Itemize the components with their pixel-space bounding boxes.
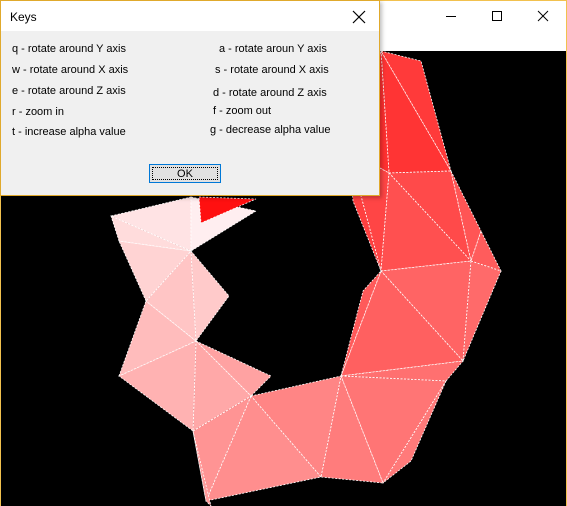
dialog-titlebar[interactable]: Keys [1, 1, 379, 31]
key-a-label: a - rotate aroun Y axis [219, 43, 327, 55]
key-d-label: d - rotate around Z axis [213, 87, 327, 99]
close-icon [352, 10, 366, 24]
close-icon [537, 10, 549, 22]
ok-button[interactable]: OK [149, 164, 221, 183]
mesh-face [190, 249, 230, 343]
dialog-close-button[interactable] [348, 6, 370, 28]
key-g-label: g - decrease alpha value [210, 124, 331, 136]
key-q-label: q - rotate around Y axis [12, 43, 126, 55]
key-r-label: r - zoom in [12, 106, 64, 118]
key-e-label: e - rotate around Z axis [12, 85, 126, 97]
keys-dialog: Keys q - rotate around Y axis w - rotate… [0, 0, 380, 196]
minimize-icon [446, 16, 456, 17]
maximize-button[interactable] [474, 1, 520, 31]
dialog-title: Keys [10, 10, 37, 24]
maximize-icon [492, 11, 502, 21]
key-t-label: t - increase alpha value [12, 126, 126, 138]
key-s-label: s - rotate around X axis [215, 64, 329, 76]
minimize-button[interactable] [428, 1, 474, 31]
main-close-button[interactable] [520, 1, 566, 31]
key-f-label: f - zoom out [213, 105, 272, 117]
key-w-label: w - rotate around X axis [12, 64, 129, 76]
